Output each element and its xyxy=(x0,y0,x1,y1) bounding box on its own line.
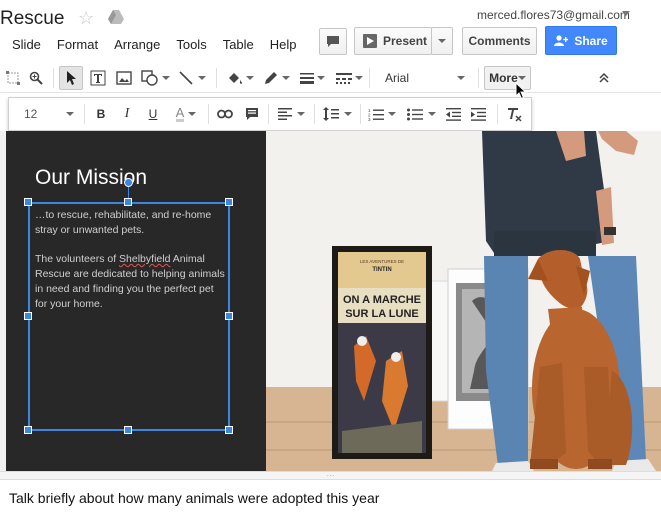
notes-resize-handle[interactable]: ··· xyxy=(0,471,661,480)
chevron-down-icon xyxy=(388,112,396,116)
chevron-down-icon xyxy=(457,76,465,80)
account-email[interactable]: merced.flores73@gmail.com xyxy=(477,8,630,22)
present-button[interactable]: Present xyxy=(354,27,432,55)
line-spacing-icon xyxy=(322,107,339,121)
comments-button[interactable]: Comments xyxy=(462,27,537,55)
font-size-value: 12 xyxy=(24,107,38,121)
increase-indent-icon[interactable] xyxy=(467,103,489,125)
numbered-list-icon: 123 xyxy=(368,108,384,121)
chevron-down-icon xyxy=(517,76,526,80)
bulleted-list-button[interactable] xyxy=(404,103,438,125)
bold-button[interactable]: B xyxy=(92,103,110,125)
slide-photo[interactable]: LES AVENTURES DE TINTIN ON A MARCHE SUR … xyxy=(266,131,661,471)
line-dash-icon xyxy=(335,73,352,84)
resize-handle-bottom-left[interactable] xyxy=(24,426,32,434)
more-label: More xyxy=(489,71,518,85)
menubar: Slide Format Arrange Tools Table Help xyxy=(12,37,313,52)
chevron-down-icon xyxy=(66,112,74,116)
underline-button[interactable]: U xyxy=(144,103,162,125)
speaker-notes[interactable]: Talk briefly about how many animals were… xyxy=(9,490,379,506)
poster-title-line2: SUR LA LUNE xyxy=(345,308,419,320)
link-icon[interactable] xyxy=(214,103,236,125)
resize-handle-top-left[interactable] xyxy=(24,198,32,206)
shape-icon xyxy=(140,70,158,86)
chevron-down-icon xyxy=(438,39,446,43)
bulleted-list-icon xyxy=(406,108,423,120)
menu-help[interactable]: Help xyxy=(270,37,297,52)
border-color-button[interactable] xyxy=(259,66,293,90)
border-weight-button[interactable] xyxy=(296,66,328,90)
text-box-selection[interactable] xyxy=(28,202,230,431)
poster-small-text: LES AVENTURES DE xyxy=(360,259,404,264)
chevron-down-icon xyxy=(188,112,197,116)
align-button[interactable] xyxy=(274,103,308,125)
italic-button[interactable]: I xyxy=(118,103,136,125)
comment-button[interactable] xyxy=(319,28,347,55)
clear-formatting-icon[interactable] xyxy=(503,103,525,125)
chevron-down-icon xyxy=(197,76,206,80)
rotation-handle[interactable] xyxy=(124,178,133,187)
image-icon[interactable] xyxy=(113,66,135,90)
chevron-down-icon xyxy=(354,76,363,80)
collapse-toolbar-icon[interactable] xyxy=(594,66,614,90)
drive-folder-icon[interactable] xyxy=(108,10,124,24)
paint-bucket-icon xyxy=(228,73,242,84)
chevron-down-icon xyxy=(161,76,170,80)
comment-icon xyxy=(327,36,339,47)
resize-handle-top[interactable] xyxy=(124,198,132,206)
star-icon[interactable]: ☆ xyxy=(78,8,94,29)
select-arrow-icon[interactable] xyxy=(59,66,83,90)
account-caret-icon[interactable] xyxy=(622,11,630,16)
zoom-icon[interactable] xyxy=(26,66,46,90)
man-and-dog-photo: LES AVENTURES DE TINTIN ON A MARCHE SUR … xyxy=(266,131,661,471)
document-title[interactable]: Rescue xyxy=(0,8,64,30)
share-button[interactable]: Share xyxy=(545,26,617,55)
menu-arrange[interactable]: Arrange xyxy=(114,37,160,52)
numbered-list-button[interactable]: 123 xyxy=(366,103,398,125)
text-box-icon[interactable] xyxy=(87,66,109,90)
menu-format[interactable]: Format xyxy=(57,37,98,52)
text-color-button[interactable]: A xyxy=(169,103,203,125)
resize-handle-bottom-right[interactable] xyxy=(225,426,233,434)
chevron-down-icon xyxy=(281,76,290,80)
font-size-select[interactable]: 12 xyxy=(14,103,78,125)
chevron-down-icon xyxy=(296,112,305,116)
poster-title-line1: ON A MARCHE xyxy=(343,294,421,306)
font-name: Arial xyxy=(385,71,410,85)
line-tool[interactable] xyxy=(176,66,208,90)
text-color-label: A xyxy=(175,104,185,122)
decrease-indent-icon[interactable] xyxy=(442,103,464,125)
chevron-down-icon xyxy=(316,76,325,80)
play-icon xyxy=(363,34,377,48)
present-options-button[interactable] xyxy=(431,27,453,55)
svg-text:3: 3 xyxy=(368,117,371,121)
menu-slide[interactable]: Slide xyxy=(12,37,41,52)
resize-handle-left[interactable] xyxy=(24,312,32,320)
share-label: Share xyxy=(574,33,608,48)
select-grid-icon[interactable] xyxy=(3,66,23,90)
menu-tools[interactable]: Tools xyxy=(176,37,206,52)
line-weight-icon xyxy=(299,73,314,84)
chevron-down-icon xyxy=(427,112,436,116)
line-icon xyxy=(178,71,193,85)
poster-tintin-text: TINTIN xyxy=(372,267,391,273)
line-spacing-button[interactable] xyxy=(320,103,354,125)
mouse-cursor-icon xyxy=(515,82,527,100)
chevron-down-icon xyxy=(245,76,254,80)
shape-tool[interactable] xyxy=(138,66,172,90)
font-select[interactable]: Arial xyxy=(373,66,474,90)
align-left-icon xyxy=(277,108,292,120)
resize-handle-bottom[interactable] xyxy=(124,426,132,434)
present-label: Present xyxy=(383,34,428,48)
resize-handle-top-right[interactable] xyxy=(225,198,233,206)
add-comment-icon[interactable] xyxy=(241,103,263,125)
pencil-icon xyxy=(264,72,277,84)
fill-color-button[interactable] xyxy=(223,66,257,90)
border-dash-button[interactable] xyxy=(332,66,366,90)
chevron-down-icon xyxy=(343,112,352,116)
menu-table[interactable]: Table xyxy=(223,37,254,52)
person-icon xyxy=(554,35,569,46)
resize-handle-right[interactable] xyxy=(225,312,233,320)
